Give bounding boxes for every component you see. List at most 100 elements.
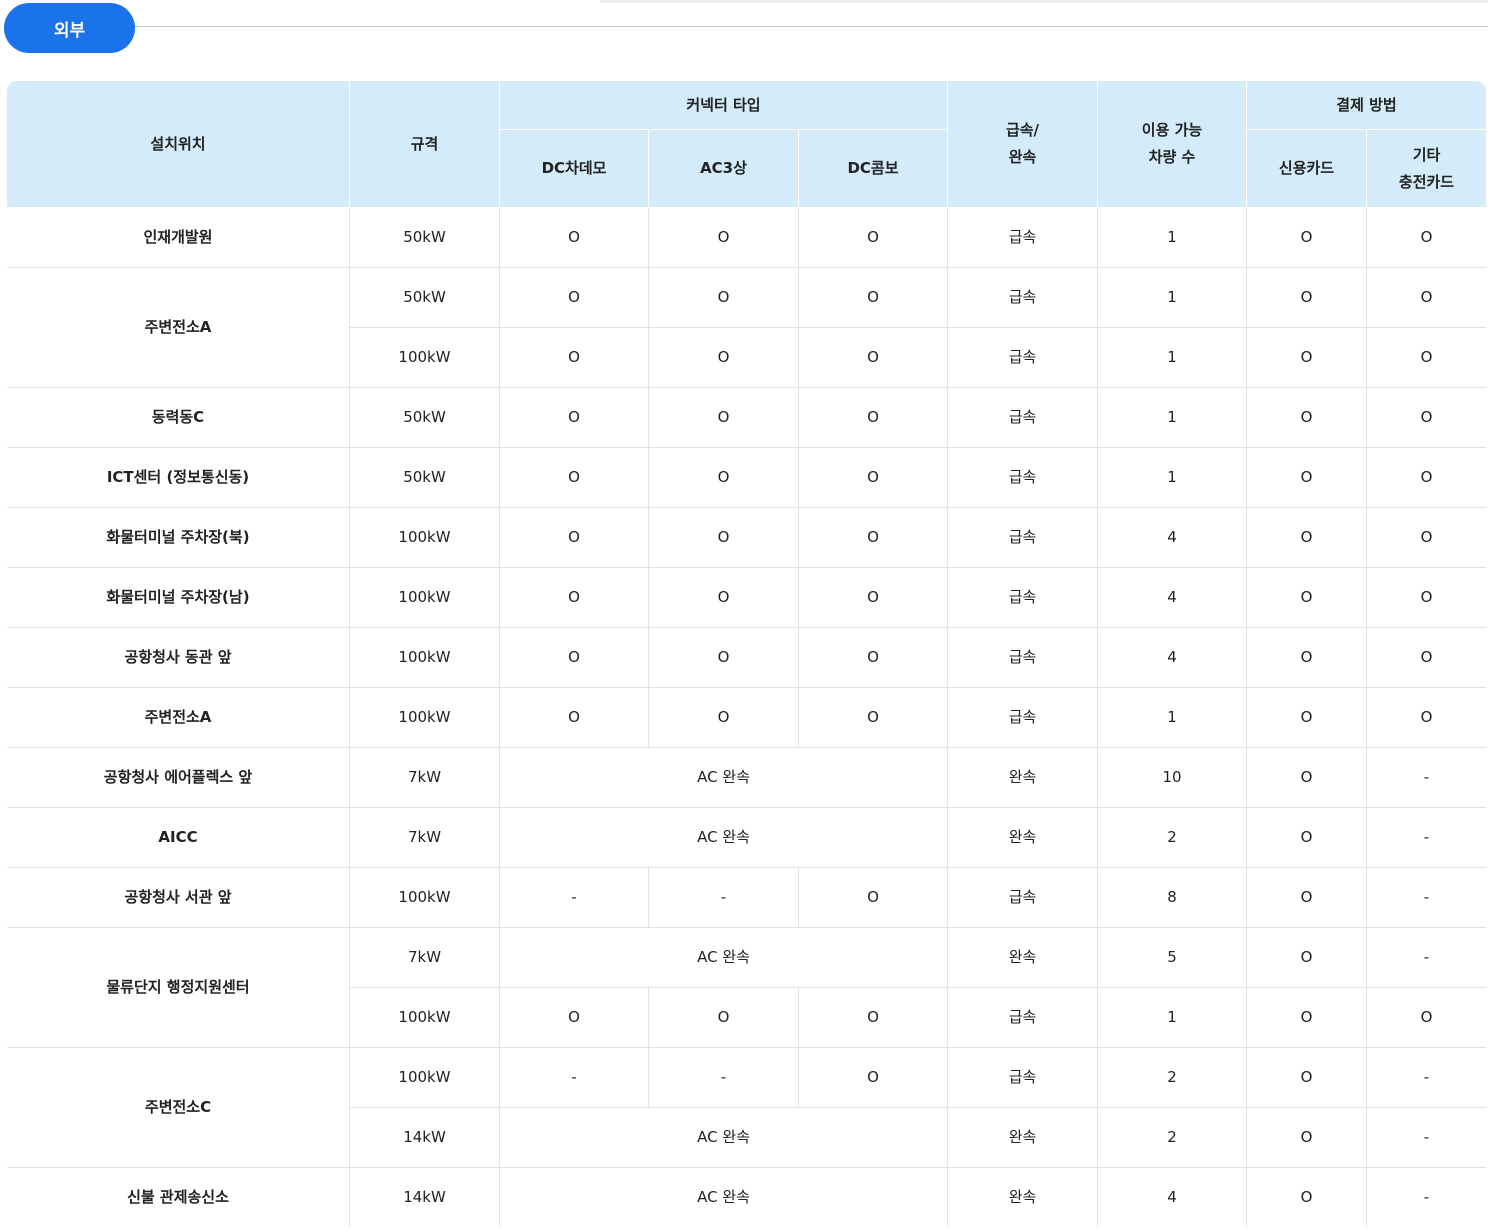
tab-exterior[interactable]: 외부 — [4, 3, 135, 53]
cell-ac3: O — [649, 628, 799, 688]
cell-dc-combo: O — [799, 508, 948, 568]
cell-capacity: 1 — [1098, 328, 1247, 388]
header-speed-line1: 급속/ — [1005, 121, 1040, 139]
header-capacity: 이용 가능 차량 수 — [1098, 81, 1247, 208]
cell-dc-combo: O — [799, 628, 948, 688]
cell-credit-card: O — [1247, 1048, 1367, 1108]
cell-other-card: - — [1367, 928, 1486, 988]
cell-dc-chademo: O — [500, 568, 649, 628]
cell-location: 공항청사 에어플렉스 앞 — [7, 748, 350, 808]
header-speed: 급속/ 완속 — [948, 81, 1098, 208]
header-location: 설치위치 — [7, 81, 350, 208]
table-row: 인재개발원 50kW O O O 급속 1 O O — [7, 208, 1486, 268]
cell-credit-card: O — [1247, 688, 1367, 748]
cell-speed: 완속 — [948, 748, 1098, 808]
cell-dc-chademo: O — [500, 208, 649, 268]
cell-connector-merged: AC 완속 — [500, 808, 948, 868]
cell-spec: 100kW — [350, 1048, 500, 1108]
cell-dc-combo: O — [799, 268, 948, 328]
header-capacity-line1: 이용 가능 — [1141, 121, 1203, 139]
cell-other-card: O — [1367, 988, 1486, 1048]
table-row: ICT센터 (정보통신동) 50kW O O O 급속 1 O O — [7, 448, 1486, 508]
table-row: 주변전소A 100kW O O O 급속 1 O O — [7, 688, 1486, 748]
cell-other-card: O — [1367, 688, 1486, 748]
cell-credit-card: O — [1247, 748, 1367, 808]
header-other-card: 기타 충전카드 — [1367, 130, 1486, 208]
cell-capacity: 1 — [1098, 388, 1247, 448]
cell-location: 물류단지 행정지원센터 — [7, 928, 350, 1048]
cell-capacity: 1 — [1098, 208, 1247, 268]
table-row: 화물터미널 주차장(남) 100kW O O O 급속 4 O O — [7, 568, 1486, 628]
cell-dc-chademo: O — [500, 688, 649, 748]
cell-speed: 급속 — [948, 208, 1098, 268]
cell-speed: 급속 — [948, 628, 1098, 688]
table-row: 화물터미널 주차장(북) 100kW O O O 급속 4 O O — [7, 508, 1486, 568]
header-dc-chademo: DC차데모 — [500, 130, 649, 208]
header-payment: 결제 방법 — [1247, 81, 1486, 130]
cell-dc-chademo: O — [500, 628, 649, 688]
cell-other-card: O — [1367, 208, 1486, 268]
cell-ac3: O — [649, 208, 799, 268]
cell-other-card: - — [1367, 808, 1486, 868]
cell-capacity: 2 — [1098, 1048, 1247, 1108]
cell-location: 공항청사 동관 앞 — [7, 628, 350, 688]
cell-dc-combo: O — [799, 388, 948, 448]
cell-speed: 급속 — [948, 688, 1098, 748]
cell-capacity: 2 — [1098, 808, 1247, 868]
cell-credit-card: O — [1247, 988, 1367, 1048]
cell-capacity: 4 — [1098, 568, 1247, 628]
cell-ac3: O — [649, 988, 799, 1048]
cell-capacity: 5 — [1098, 928, 1247, 988]
cell-capacity: 4 — [1098, 1168, 1247, 1227]
cell-speed: 급속 — [948, 508, 1098, 568]
cell-other-card: O — [1367, 508, 1486, 568]
cell-speed: 완속 — [948, 1168, 1098, 1227]
cell-other-card: O — [1367, 328, 1486, 388]
cell-other-card: - — [1423, 1188, 1430, 1206]
cell-other-card: O — [1367, 268, 1486, 328]
cell-dc-chademo: O — [500, 388, 649, 448]
cell-connector-merged: AC 완속 — [500, 1168, 948, 1227]
cell-spec: 100kW — [350, 988, 500, 1048]
cell-dc-chademo: O — [500, 988, 649, 1048]
cell-credit-card: O — [1247, 268, 1367, 328]
cell-capacity: 1 — [1098, 268, 1247, 328]
cell-credit-card: O — [1247, 808, 1367, 868]
cell-ac3: O — [649, 388, 799, 448]
cell-speed: 급속 — [948, 448, 1098, 508]
table-row: 공항청사 동관 앞 100kW O O O 급속 4 O O — [7, 628, 1486, 688]
cell-speed: 급속 — [948, 868, 1098, 928]
cell-ac3: O — [649, 328, 799, 388]
cell-credit-card: O — [1247, 388, 1367, 448]
cell-spec: 50kW — [350, 208, 500, 268]
cell-ac3: O — [649, 448, 799, 508]
cell-spec: 50kW — [350, 268, 500, 328]
cell-speed: 완속 — [948, 808, 1098, 868]
cell-other-card: O — [1367, 568, 1486, 628]
cell-dc-combo: O — [799, 1048, 948, 1108]
cell-dc-combo: O — [799, 868, 948, 928]
charger-table: 설치위치 규격 커넥터 타입 급속/ 완속 이용 가능 차량 수 결제 방법 D… — [7, 81, 1486, 1227]
cell-capacity: 10 — [1098, 748, 1247, 808]
cell-other-card: O — [1367, 448, 1486, 508]
cell-speed: 급속 — [948, 388, 1098, 448]
cell-location: 신불 관제송신소 — [7, 1168, 350, 1227]
cell-ac3: O — [649, 688, 799, 748]
table-row: AICC 7kW AC 완속 완속 2 O - — [7, 808, 1486, 868]
cell-other-card: - — [1367, 748, 1486, 808]
cell-dc-combo: O — [799, 988, 948, 1048]
header-other-card-line1: 기타 — [1412, 145, 1441, 164]
table-row: 공항청사 에어플렉스 앞 7kW AC 완속 완속 10 O - — [7, 748, 1486, 808]
cell-capacity: 2 — [1098, 1108, 1247, 1168]
cell-location: 화물터미널 주차장(북) — [7, 508, 350, 568]
cell-location: 동력동C — [7, 388, 350, 448]
table-header: 설치위치 규격 커넥터 타입 급속/ 완속 이용 가능 차량 수 결제 방법 D… — [7, 81, 1486, 208]
cell-dc-chademo: O — [500, 448, 649, 508]
cell-spec: 50kW — [350, 388, 500, 448]
section-divider — [135, 26, 1488, 27]
cell-spec: 100kW — [350, 568, 500, 628]
table-row: 주변전소A 50kW O O O 급속 1 O O — [7, 268, 1486, 388]
header-capacity-line2: 차량 수 — [1148, 148, 1196, 166]
cell-other-card: - — [1367, 868, 1486, 928]
cell-location: 공항청사 서관 앞 — [7, 868, 350, 928]
